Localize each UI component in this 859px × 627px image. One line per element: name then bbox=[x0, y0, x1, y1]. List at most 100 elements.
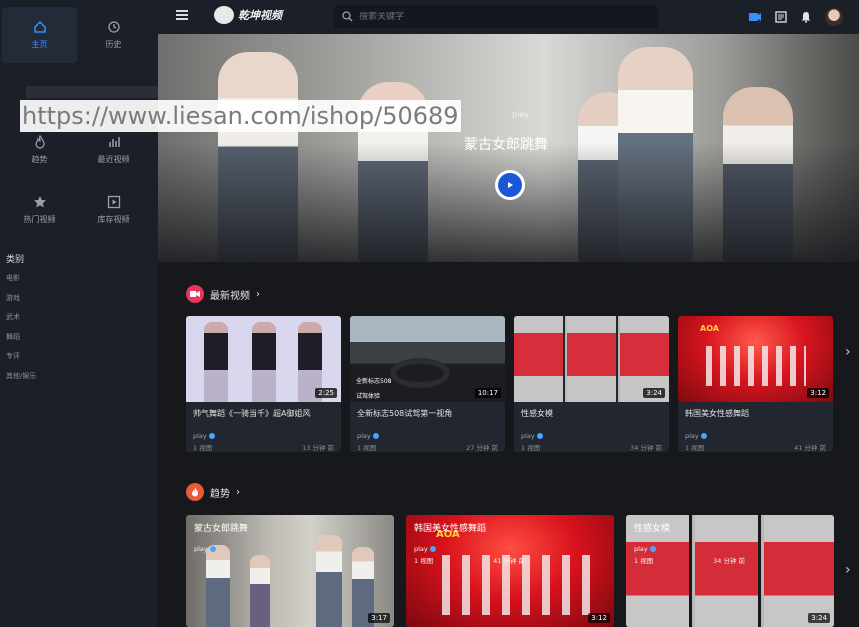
verified-icon bbox=[372, 433, 379, 439]
bell-icon[interactable] bbox=[800, 11, 812, 23]
nav-home[interactable]: 主页 bbox=[2, 7, 77, 63]
hero-play-button[interactable] bbox=[495, 170, 525, 200]
category-item[interactable]: 舞蹈 bbox=[6, 332, 36, 352]
video-title[interactable]: 全新标志508试驾第一视角 bbox=[357, 408, 452, 419]
video-title[interactable]: 性感女模 bbox=[521, 408, 553, 419]
hero-title[interactable]: 蒙古女郎跳舞 bbox=[464, 134, 548, 154]
video-thumbnail[interactable]: 2:25 bbox=[186, 316, 341, 402]
video-author[interactable]: play bbox=[357, 432, 379, 440]
video-author[interactable]: play bbox=[521, 432, 543, 440]
upload-video-icon[interactable] bbox=[748, 11, 762, 23]
duration-badge: 3:12 bbox=[588, 613, 610, 623]
video-card[interactable]: 2:25 帅气舞蹈《一骑当千》超A御姐风 play 1 视图 13 分钟 前 bbox=[186, 316, 341, 452]
verified-icon bbox=[208, 433, 215, 439]
logo-text: 乾坤视频 bbox=[238, 9, 282, 22]
hero-author: play bbox=[512, 110, 529, 119]
video-stats: 1 视图 34 分钟 前 bbox=[521, 442, 662, 452]
video-author[interactable]: play bbox=[634, 545, 656, 553]
video-title[interactable]: 蒙古女郎跳舞 bbox=[194, 521, 248, 534]
video-views: 1 视图 bbox=[193, 444, 213, 452]
duration-badge: 10:17 bbox=[474, 388, 501, 398]
duration-badge: 3:12 bbox=[807, 388, 829, 398]
video-card[interactable]: AOA 3:12 韩国美女性感舞蹈 play 1 视图 41 分钟 前 bbox=[678, 316, 833, 452]
fire-icon bbox=[186, 483, 204, 501]
nav-trending-label: 趋势 bbox=[31, 155, 48, 164]
video-views: 1 视图 bbox=[685, 444, 705, 452]
nav-popular[interactable]: 热门视频 bbox=[2, 182, 77, 238]
nav-recent-label: 最近视频 bbox=[97, 155, 130, 164]
category-item[interactable]: 电影 bbox=[6, 273, 36, 293]
trending-section-heading[interactable]: 趋势 › bbox=[186, 483, 240, 501]
chevron-right-icon[interactable]: › bbox=[845, 344, 851, 360]
video-author[interactable]: play bbox=[414, 545, 436, 553]
nav-history-label: 历史 bbox=[105, 40, 122, 49]
video-author[interactable]: play bbox=[193, 432, 215, 440]
video-time: 41 分钟 前 bbox=[493, 557, 526, 565]
video-card[interactable]: 全新标志508 试驾体验 10:17 全新标志508试驾第一视角 play 1 … bbox=[350, 316, 505, 452]
logo[interactable]: 乾坤视频 bbox=[214, 6, 282, 24]
author-name: play bbox=[414, 545, 428, 553]
redaction-block bbox=[26, 86, 158, 98]
video-author[interactable]: play bbox=[685, 432, 707, 440]
video-title[interactable]: 韩国美女性感舞蹈 bbox=[685, 408, 749, 419]
author-name: play bbox=[357, 432, 371, 440]
trending-card[interactable]: 蒙古女郎跳舞 play 3:17 bbox=[186, 515, 394, 627]
duration-badge: 3:24 bbox=[643, 388, 665, 398]
video-thumbnail[interactable]: AOA 3:12 bbox=[678, 316, 833, 402]
search-input[interactable] bbox=[359, 11, 639, 22]
verified-icon bbox=[209, 546, 216, 552]
bar-chart-icon bbox=[107, 135, 121, 149]
play-square-icon bbox=[107, 195, 121, 209]
search-icon[interactable] bbox=[342, 11, 353, 22]
watermark-url: https://www.liesan.com/ishop/50689 bbox=[20, 100, 461, 132]
video-title[interactable]: 韩国美女性感舞蹈 bbox=[414, 521, 486, 534]
chevron-right-icon[interactable]: › bbox=[845, 562, 851, 578]
fire-icon bbox=[33, 135, 47, 149]
verified-icon bbox=[429, 546, 436, 552]
author-name: play bbox=[634, 545, 648, 553]
author-name: play bbox=[193, 432, 207, 440]
latest-section-heading[interactable]: 最新视频 › bbox=[186, 285, 260, 303]
category-item[interactable]: 游戏 bbox=[6, 293, 36, 313]
hero-banner[interactable]: play 蒙古女郎跳舞 bbox=[158, 34, 859, 262]
verified-icon bbox=[649, 546, 656, 552]
video-card[interactable]: 3:24 性感女模 play 1 视图 34 分钟 前 bbox=[514, 316, 669, 452]
top-icons bbox=[748, 8, 843, 26]
top-bar: 乾坤视频 bbox=[158, 0, 859, 34]
logo-mark-icon bbox=[214, 6, 234, 24]
duration-badge: 3:24 bbox=[808, 613, 830, 623]
video-thumbnail[interactable]: 3:24 bbox=[514, 316, 669, 402]
car-badge: 全新标志508 bbox=[356, 378, 392, 385]
menu-icon[interactable] bbox=[176, 10, 188, 20]
search-box bbox=[334, 5, 658, 28]
video-camera-icon bbox=[186, 285, 204, 303]
verified-icon bbox=[536, 433, 543, 439]
trending-card[interactable]: AOA 韩国美女性感舞蹈 play 1 视图 41 分钟 前 3:12 bbox=[406, 515, 614, 627]
history-icon bbox=[107, 20, 121, 34]
avatar[interactable] bbox=[825, 8, 843, 26]
verified-icon bbox=[700, 433, 707, 439]
video-title[interactable]: 性感女模 bbox=[634, 521, 670, 534]
star-icon bbox=[33, 195, 47, 209]
author-name: play bbox=[194, 545, 208, 553]
home-icon bbox=[33, 20, 47, 34]
video-time: 13 分钟 前 bbox=[302, 444, 334, 452]
video-title[interactable]: 帅气舞蹈《一骑当千》超A御姐风 bbox=[193, 408, 310, 419]
video-thumbnail[interactable]: 全新标志508 试驾体验 10:17 bbox=[350, 316, 505, 402]
aoa-logo: AOA bbox=[700, 324, 719, 333]
category-item[interactable]: 其他/娱乐 bbox=[6, 371, 36, 391]
category-item[interactable]: 武术 bbox=[6, 312, 36, 332]
nav-library[interactable]: 库存视频 bbox=[76, 182, 151, 238]
video-stats: 1 视图 41 分钟 前 bbox=[685, 442, 826, 452]
notes-icon[interactable] bbox=[775, 11, 787, 23]
trending-card[interactable]: 性感女模 play 1 视图 34 分钟 前 3:24 bbox=[626, 515, 834, 627]
video-author[interactable]: play bbox=[194, 545, 216, 553]
video-stats: 1 视图 13 分钟 前 bbox=[193, 442, 334, 452]
nav-history[interactable]: 历史 bbox=[76, 7, 151, 63]
duration-badge: 2:25 bbox=[315, 388, 337, 398]
chevron-right-icon: › bbox=[236, 486, 240, 498]
video-views: 1 视图 bbox=[521, 444, 541, 452]
category-item[interactable]: 专评 bbox=[6, 351, 36, 371]
video-views: 1 视图 bbox=[357, 444, 377, 452]
nav-library-label: 库存视频 bbox=[97, 215, 130, 224]
